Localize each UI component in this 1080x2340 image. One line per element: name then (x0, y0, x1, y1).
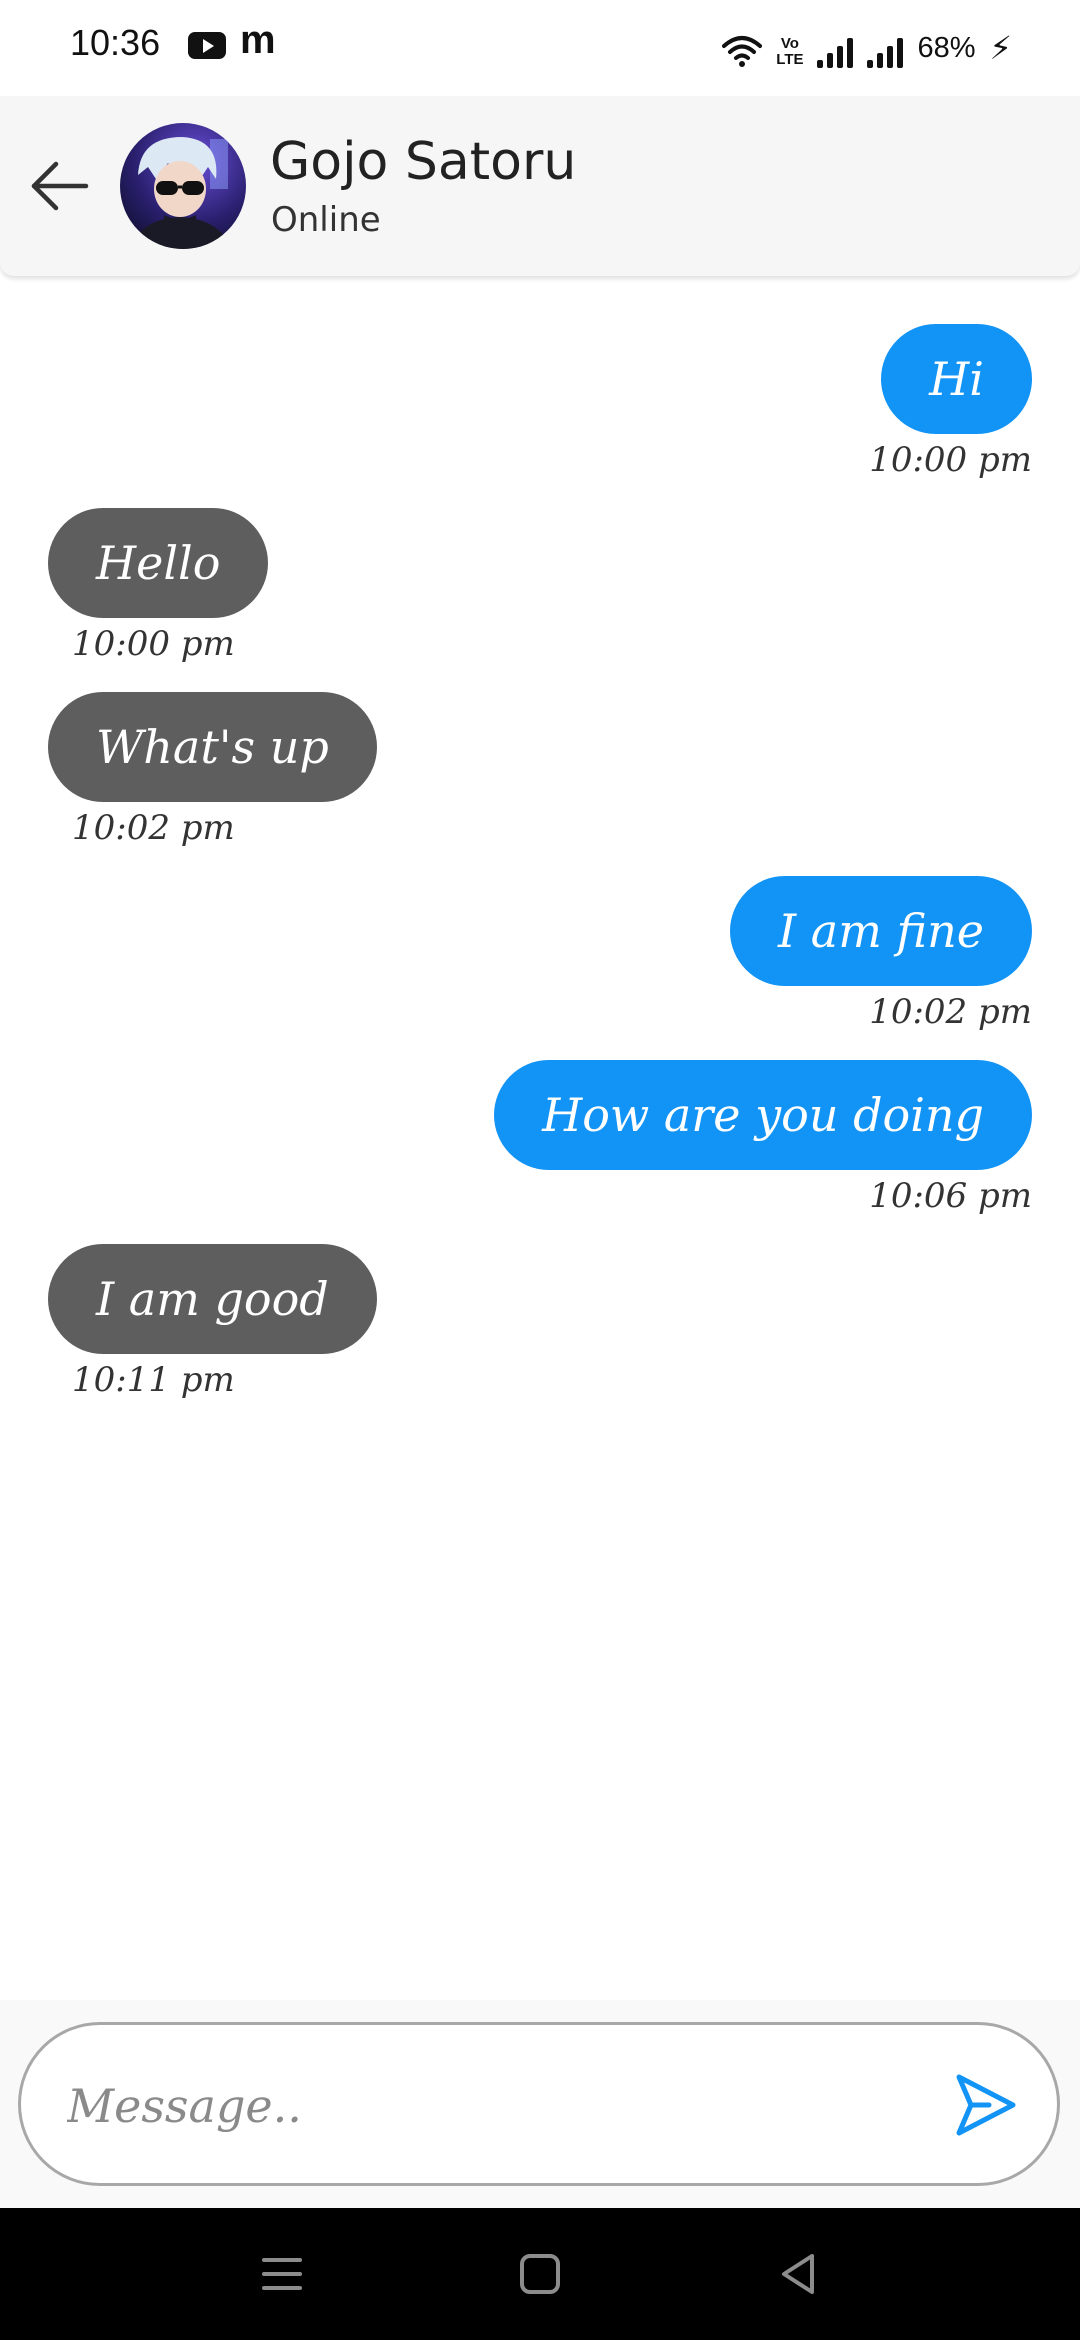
status-indicators: Vo LTE 68% ⚡︎ (722, 28, 1012, 68)
message-bubble[interactable]: I am good (48, 1244, 377, 1354)
message-time: 10:11 pm (72, 1360, 235, 1400)
message-bubble[interactable]: How are you doing (494, 1060, 1032, 1170)
youtube-icon (188, 32, 226, 59)
avatar-image (120, 123, 246, 249)
contact-status: Online (271, 200, 381, 240)
chat-header: Gojo Satoru Online (0, 96, 1080, 276)
message-bubble[interactable]: What's up (48, 692, 377, 802)
back-triangle-icon (782, 2254, 814, 2294)
nav-back-button[interactable] (772, 2248, 824, 2300)
app-notification-letter: m (240, 18, 276, 62)
battery-percentage: 68% (917, 32, 976, 64)
volte-indicator: Vo LTE (776, 36, 803, 68)
home-icon (520, 2254, 560, 2294)
system-nav-bar (0, 2208, 1080, 2340)
message-time: 10:00 pm (72, 624, 235, 664)
home-button[interactable] (514, 2248, 566, 2300)
message-time: 10:02 pm (869, 992, 1032, 1032)
message-time: 10:02 pm (72, 808, 235, 848)
message-time: 10:06 pm (869, 1176, 1032, 1216)
message-bubble[interactable]: I am fine (730, 876, 1032, 986)
status-time: 10:36 (70, 22, 161, 63)
recent-apps-button[interactable] (256, 2248, 308, 2300)
charging-bolt-icon: ⚡︎ (989, 29, 1012, 67)
contact-name: Gojo Satoru (270, 132, 577, 192)
signal-icon-sim2 (867, 34, 904, 68)
avatar[interactable] (120, 123, 246, 249)
status-bar: 10:36 m Vo LTE 68% ⚡︎ (0, 0, 1080, 96)
message-input-container[interactable] (18, 2022, 1060, 2186)
send-button[interactable] (949, 2069, 1021, 2141)
back-button[interactable] (28, 154, 92, 218)
message-bubble[interactable]: Hi (881, 324, 1032, 434)
message-composer (0, 2000, 1080, 2208)
volte-bottom-label: LTE (776, 51, 804, 68)
wifi-icon (722, 36, 763, 67)
menu-icon (262, 2258, 302, 2290)
message-bubble[interactable]: Hello (48, 508, 269, 618)
message-list[interactable]: Hi 10:00 pm Hello 10:00 pm What's up 10:… (0, 276, 1080, 2000)
volte-top-label: Vo (780, 35, 799, 52)
send-icon (956, 2074, 1016, 2136)
message-time: 10:00 pm (869, 440, 1032, 480)
signal-icon-sim1 (817, 34, 854, 68)
message-input[interactable] (65, 2055, 889, 2157)
arrow-left-icon (31, 161, 89, 211)
